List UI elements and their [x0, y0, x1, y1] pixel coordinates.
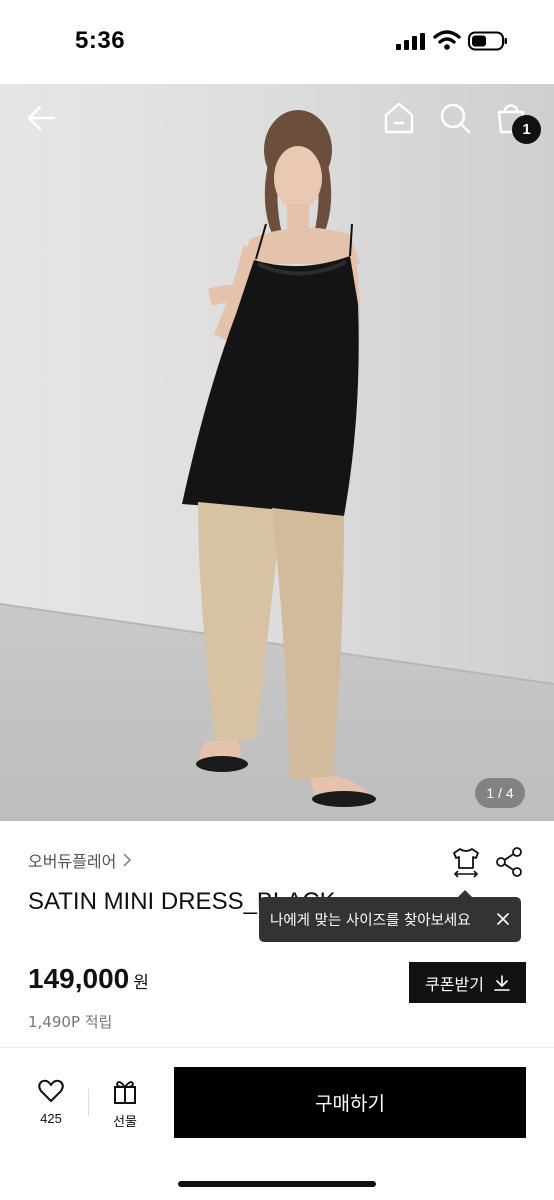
share-icon[interactable]	[495, 846, 523, 878]
price-value: 149,000	[28, 963, 130, 994]
status-time: 5:36	[75, 27, 126, 54]
reward-points: 1,490P 적립	[28, 1013, 113, 1031]
download-icon	[494, 974, 510, 991]
gift-label: 선물	[113, 1115, 137, 1130]
coupon-download-button[interactable]: 쿠폰받기	[409, 962, 526, 1003]
tooltip-text: 나에게 맞는 사이즈를 찾아보세요	[270, 913, 471, 929]
wifi-icon	[433, 30, 461, 50]
image-pager: 1 / 4	[475, 778, 525, 808]
product-photo	[0, 84, 554, 821]
price-unit: 원	[133, 973, 149, 993]
like-button[interactable]: 425	[28, 1077, 74, 1133]
battery-icon	[468, 31, 507, 51]
brand-name: 오버듀플레어	[28, 852, 117, 871]
cart-count-badge: 1	[512, 115, 541, 144]
price-row: 149,000 원	[28, 963, 149, 995]
close-icon[interactable]	[495, 911, 511, 927]
status-bar: 5:36	[0, 0, 554, 84]
product-image-carousel[interactable]: 1 1 / 4	[0, 84, 554, 821]
buy-button[interactable]: 구매하기	[174, 1067, 526, 1138]
divider	[0, 1047, 554, 1048]
size-guide-icon[interactable]	[450, 846, 482, 878]
back-arrow-icon[interactable]	[24, 100, 60, 136]
gift-icon	[114, 1081, 136, 1104]
size-tooltip: 나에게 맞는 사이즈를 찾아보세요	[259, 890, 521, 942]
search-icon[interactable]	[437, 100, 473, 136]
home-indicator	[178, 1181, 376, 1187]
cellular-signal-icon	[396, 33, 425, 50]
home-icon[interactable]	[381, 100, 417, 136]
like-count: 425	[40, 1111, 62, 1126]
coupon-label: 쿠폰받기	[425, 974, 484, 994]
brand-link[interactable]: 오버듀플레어	[28, 848, 132, 872]
gift-button[interactable]: 선물	[102, 1077, 148, 1133]
chevron-right-icon	[123, 853, 132, 867]
heart-icon	[38, 1079, 64, 1102]
action-separator	[88, 1089, 89, 1117]
